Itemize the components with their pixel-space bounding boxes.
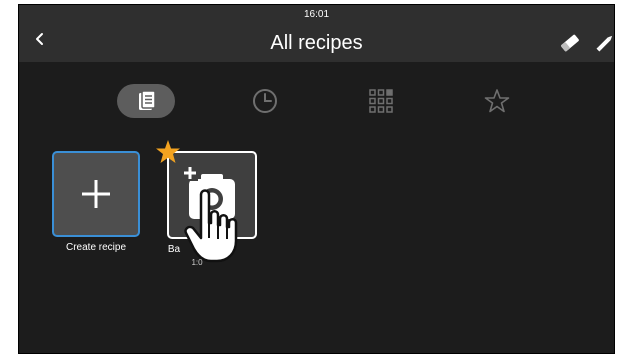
plus-icon (82, 180, 110, 208)
header-bar: 16:01 All recipes (19, 5, 614, 62)
tab-recent[interactable] (245, 84, 285, 118)
tab-grid[interactable] (362, 84, 400, 118)
grid-icon (369, 89, 393, 113)
page-title: All recipes (270, 32, 363, 54)
pencil-icon (596, 35, 613, 52)
hand-pointer-icon (181, 183, 245, 263)
tab-recipes[interactable] (117, 84, 175, 118)
screen: 16:01 All recipes Create recipe Ba 1:0 (18, 4, 615, 354)
create-recipe-label: Create recipe (65, 242, 127, 253)
eraser-icon (561, 34, 579, 52)
eraser-button[interactable] (557, 31, 583, 55)
edit-button[interactable] (594, 31, 614, 55)
create-recipe-tile[interactable] (52, 151, 140, 237)
favorite-star-icon (155, 139, 181, 165)
status-clock: 16:01 (303, 9, 330, 20)
tab-favorites[interactable] (480, 84, 514, 118)
star-outline-icon (484, 89, 510, 113)
recipe-book-icon (139, 90, 156, 110)
clock-icon (253, 89, 277, 113)
